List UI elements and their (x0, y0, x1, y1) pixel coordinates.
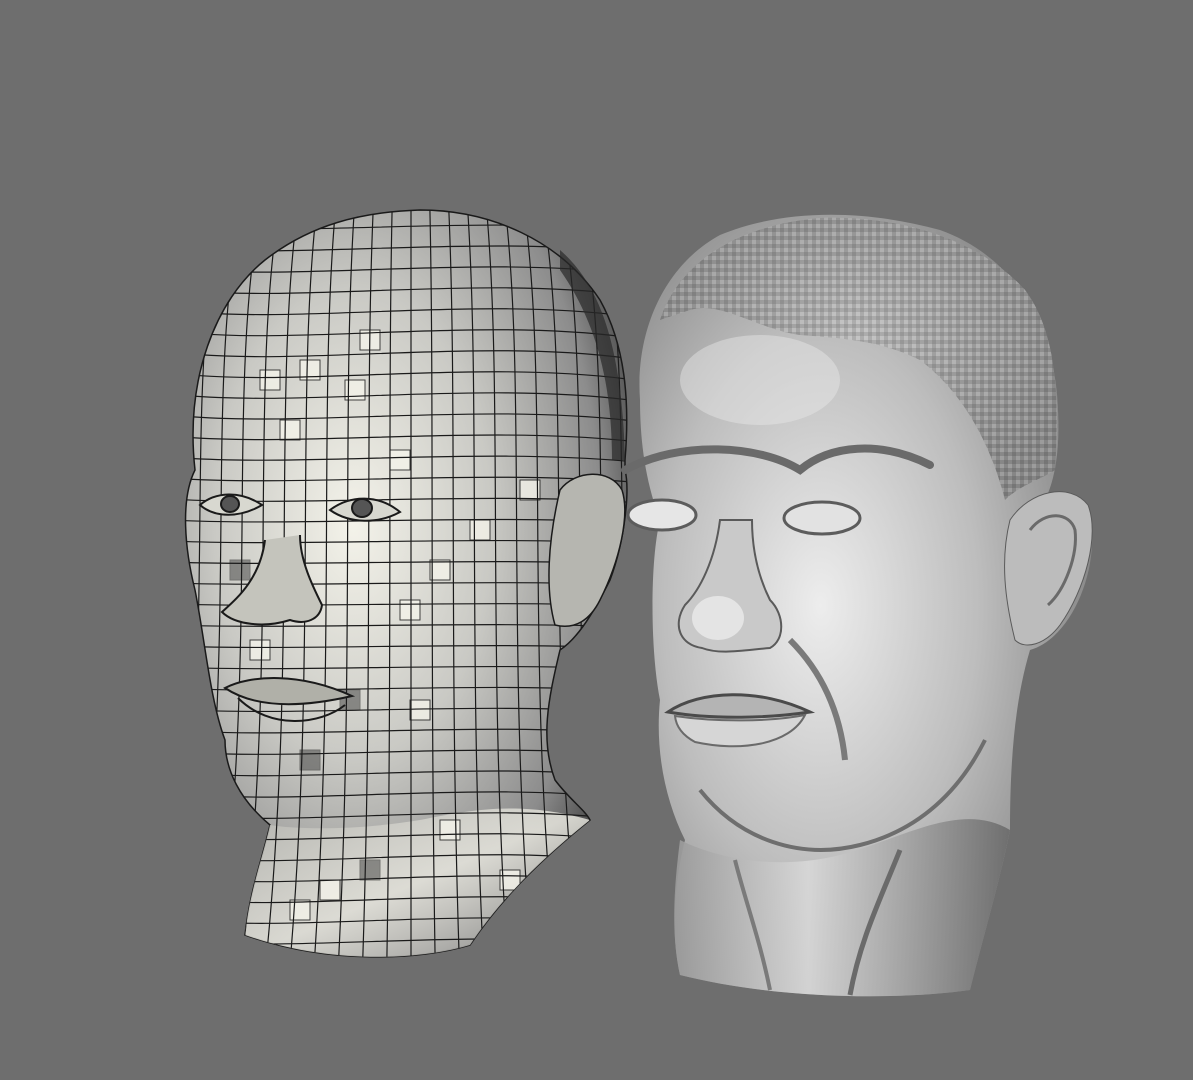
mesh-face (279, 419, 301, 441)
viewport-scene[interactable] (0, 0, 1193, 1080)
nose-tip-highlight (692, 596, 744, 640)
mesh-face (359, 859, 381, 881)
right-iris-icon (351, 498, 373, 518)
left-iris-icon (220, 495, 240, 513)
sculpted-head-model[interactable] (621, 214, 1093, 997)
mesh-edge-horizontal (185, 210, 627, 211)
mesh-face (289, 899, 311, 921)
forehead-highlight (680, 335, 840, 425)
sculpted-left-eye-icon (626, 498, 698, 532)
mesh-face (259, 369, 281, 391)
mesh-face (469, 519, 491, 541)
mesh-face (389, 449, 411, 471)
wireframe-ear (548, 473, 626, 627)
mesh-face (409, 699, 431, 721)
mesh-face (319, 879, 341, 901)
mesh-face (439, 819, 461, 841)
wireframe-head-model[interactable] (144, 204, 679, 970)
mesh-face (299, 749, 321, 771)
sculpted-right-eye-icon (782, 500, 862, 536)
mesh-face (399, 599, 421, 621)
mesh-face (429, 559, 451, 581)
wireframe-neck (245, 808, 590, 957)
sculpted-ear (1004, 491, 1093, 646)
mesh-edge-horizontal (170, 960, 640, 967)
mesh-face (249, 639, 271, 661)
3d-viewport[interactable] (0, 0, 1193, 1080)
